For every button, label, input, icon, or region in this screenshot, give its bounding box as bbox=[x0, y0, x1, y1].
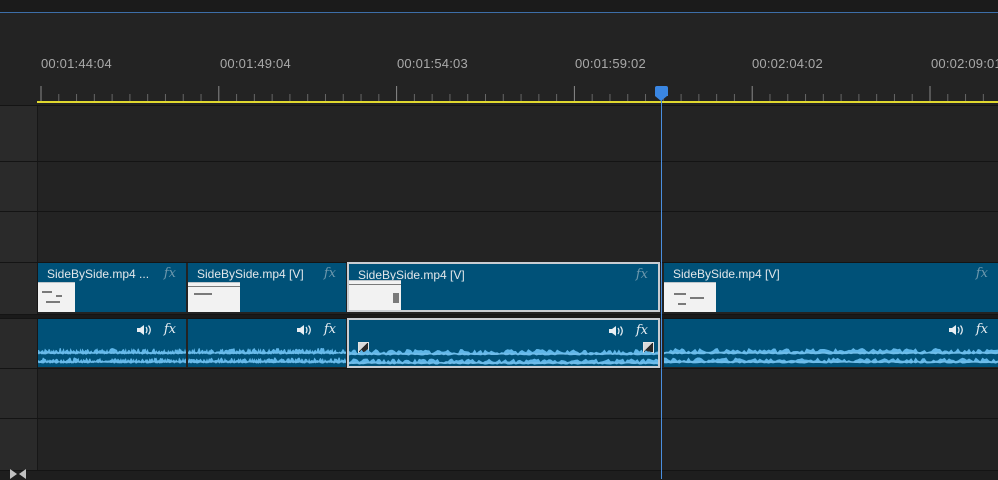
speaker-icon[interactable] bbox=[136, 324, 152, 336]
waveform-channel-left bbox=[349, 348, 658, 356]
waveform-channel-right bbox=[664, 357, 998, 364]
fx-badge[interactable]: fx bbox=[324, 322, 336, 337]
audio-waveform bbox=[188, 347, 346, 364]
speaker-icon[interactable] bbox=[296, 324, 312, 336]
work-area-bar[interactable] bbox=[37, 101, 998, 103]
clip-thumbnail bbox=[38, 282, 75, 312]
video-clip-1[interactable]: SideBySide.mp4 ... fx bbox=[38, 263, 186, 312]
video-clip-4[interactable]: SideBySide.mp4 [V] fx bbox=[664, 263, 998, 312]
ruler-timecode-1: 00:01:44:04 bbox=[41, 56, 112, 71]
audio-clip-1[interactable]: fx bbox=[38, 319, 186, 367]
ruler-timecode-6: 00:02:09:01 bbox=[931, 56, 998, 71]
zoom-left-icon[interactable] bbox=[10, 469, 17, 479]
audio-clip-2[interactable]: fx bbox=[188, 319, 346, 367]
clip-name: SideBySide.mp4 [V] bbox=[673, 267, 780, 281]
time-ruler[interactable] bbox=[0, 13, 998, 105]
fx-badge[interactable]: fx bbox=[324, 266, 336, 281]
audio-waveform bbox=[38, 347, 186, 364]
track-header[interactable] bbox=[0, 419, 38, 471]
fx-badge[interactable]: fx bbox=[164, 322, 176, 337]
fx-badge[interactable]: fx bbox=[636, 323, 648, 338]
audio-clip-3-selected[interactable]: fx bbox=[347, 318, 660, 368]
waveform-channel-left bbox=[664, 347, 998, 355]
speaker-icon[interactable] bbox=[608, 325, 624, 337]
waveform-channel-right bbox=[349, 358, 658, 365]
track-header[interactable] bbox=[0, 263, 38, 315]
speaker-icon[interactable] bbox=[948, 324, 964, 336]
panel-top-bar bbox=[0, 0, 998, 12]
clip-thumbnail bbox=[664, 282, 716, 312]
clip-thumbnail bbox=[349, 280, 401, 310]
waveform-channel-left bbox=[38, 347, 186, 355]
audio-waveform bbox=[664, 347, 998, 364]
clip-name: SideBySide.mp4 [V] bbox=[197, 267, 304, 281]
waveform-channel-right bbox=[188, 357, 346, 364]
playhead-line[interactable] bbox=[661, 94, 662, 479]
track-header[interactable] bbox=[0, 162, 38, 212]
audio-waveform bbox=[349, 348, 658, 365]
waveform-channel-right bbox=[38, 357, 186, 364]
waveform-channel-left bbox=[188, 347, 346, 355]
audio-clip-4[interactable]: fx bbox=[664, 319, 998, 367]
video-clip-2[interactable]: SideBySide.mp4 [V] fx bbox=[188, 263, 346, 312]
video-track-1-upper[interactable] bbox=[0, 211, 998, 263]
video-track-3[interactable] bbox=[0, 105, 998, 162]
fx-badge[interactable]: fx bbox=[976, 322, 988, 337]
track-header[interactable] bbox=[0, 319, 38, 369]
clip-name: SideBySide.mp4 ... bbox=[47, 267, 150, 281]
clip-thumbnail bbox=[188, 282, 240, 312]
track-header[interactable] bbox=[0, 212, 38, 263]
audio-track-3[interactable] bbox=[0, 418, 998, 471]
fx-badge[interactable]: fx bbox=[164, 266, 176, 281]
playhead-handle[interactable] bbox=[655, 86, 668, 101]
ruler-timecode-2: 00:01:49:04 bbox=[220, 56, 291, 71]
zoom-right-icon[interactable] bbox=[19, 469, 26, 479]
ruler-timecode-4: 00:01:59:02 bbox=[575, 56, 646, 71]
track-header[interactable] bbox=[0, 106, 38, 162]
fx-badge[interactable]: fx bbox=[636, 267, 648, 282]
fx-badge[interactable]: fx bbox=[976, 266, 988, 281]
ruler-timecode-5: 00:02:04:02 bbox=[752, 56, 823, 71]
ruler-timecode-3: 00:01:54:03 bbox=[397, 56, 468, 71]
track-header[interactable] bbox=[0, 369, 38, 419]
video-track-2[interactable] bbox=[0, 161, 998, 212]
audio-track-2[interactable] bbox=[0, 368, 998, 419]
video-clip-3-selected[interactable]: SideBySide.mp4 [V] fx bbox=[347, 262, 660, 312]
